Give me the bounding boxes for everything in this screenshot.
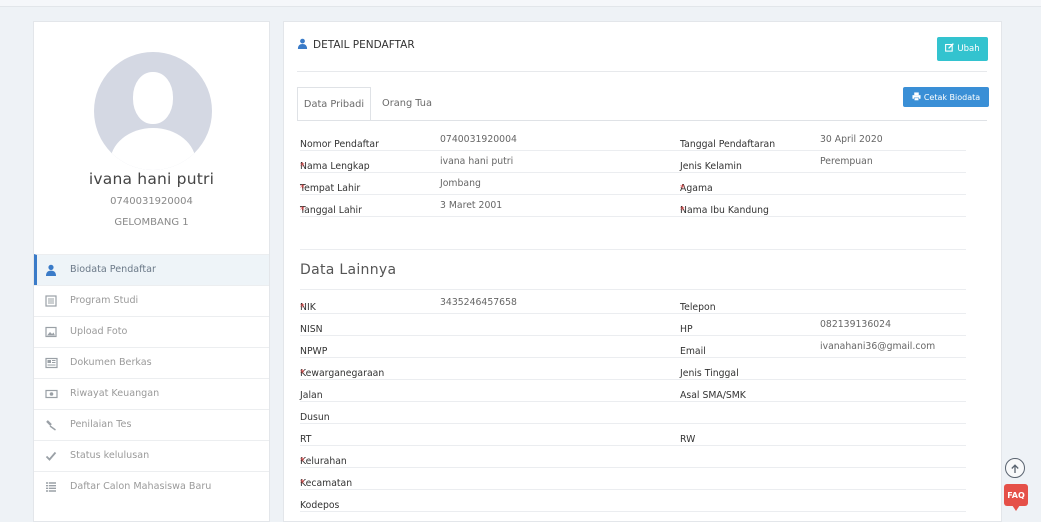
sidebar-item-label: Upload Foto (70, 326, 128, 337)
sidebar-item-label: Daftar Calon Mahasiswa Baru (70, 481, 212, 492)
sidebar-item-riwayat-keuangan[interactable]: Riwayat Keuangan (34, 378, 269, 409)
table-row: Kewarganegaraan * Jenis Tinggal (300, 358, 966, 380)
sidebar-item-label: Biodata Pendaftar (70, 264, 156, 275)
tab-data-pribadi[interactable]: Data Pribadi (297, 87, 371, 121)
edit-button-label: Ubah (957, 44, 980, 54)
user-icon (297, 38, 308, 52)
table-row: Kelurahan * (300, 446, 966, 468)
sidebar-item-biodata-pendaftar[interactable]: Biodata Pendaftar (34, 254, 269, 285)
table-row: RT RW (300, 424, 966, 446)
panel-title-text: DETAIL PENDAFTAR (313, 39, 415, 51)
profile-wave: GELOMBANG 1 (114, 217, 189, 228)
field-value: 30 April 2020 (820, 134, 883, 145)
sidebar-item-daftar-calon-mahasiswa-baru[interactable]: Daftar Calon Mahasiswa Baru (34, 471, 269, 502)
required-marker: * (300, 161, 305, 172)
detail-panel: DETAIL PENDAFTAR Ubah Data Pribadi Orang… (283, 21, 1002, 522)
personal-data-table: Nomor Pendaftar 0740031920004 Tanggal Pe… (300, 129, 966, 217)
field-value: ivanahani36@gmail.com (820, 341, 936, 352)
required-marker: * (300, 368, 305, 379)
section-title: Data Lainnya (300, 262, 397, 278)
field-value: Perempuan (820, 156, 873, 167)
avatar-body-shape (110, 128, 196, 170)
field-value: 0740031920004 (440, 134, 517, 145)
sidebar-item-label: Penilaian Tes (70, 419, 132, 430)
money-icon (44, 379, 58, 409)
edit-icon (945, 43, 955, 55)
image-icon (44, 317, 58, 347)
table-row: NPWP Email ivanahani36@gmail.com (300, 336, 966, 358)
table-row: NISN HP 082139136024 (300, 314, 966, 336)
panel-title: DETAIL PENDAFTAR (297, 38, 415, 52)
edit-button[interactable]: Ubah (937, 37, 988, 61)
sidebar-item-label: Status kelulusan (70, 450, 150, 461)
profile-sidebar: ivana hani putri 0740031920004 GELOMBANG… (33, 21, 270, 522)
sidebar-menu: Biodata Pendaftar Program Studi Upload F… (34, 254, 269, 502)
table-row: Nama Lengkap * ivana hani putri Jenis Ke… (300, 151, 966, 173)
sidebar-item-label: Dokumen Berkas (70, 357, 152, 368)
field-value: 3435246457658 (440, 297, 517, 308)
table-row: Tempat Lahir * Jombang Agama * (300, 173, 966, 195)
profile-number: 0740031920004 (110, 196, 193, 207)
required-marker: * (300, 456, 305, 467)
profile-name: ivana hani putri (88, 170, 215, 188)
required-marker: * (680, 183, 685, 194)
table-row: Nomor Pendaftar 0740031920004 Tanggal Pe… (300, 129, 966, 151)
other-data-table: NIK * 3435246457658 Telepon NISN HP 0821… (300, 292, 966, 512)
arrow-up-icon (1010, 459, 1020, 478)
print-button-label: Cetak Biodata (923, 92, 981, 102)
table-row: NIK * 3435246457658 Telepon (300, 292, 966, 314)
required-marker: * (300, 478, 305, 489)
faq-button[interactable]: FAQ (1004, 484, 1028, 511)
table-row: Tanggal Lahir * 3 Maret 2001 Nama Ibu Ka… (300, 195, 966, 217)
gavel-icon (44, 410, 58, 440)
list-icon (44, 472, 58, 502)
required-marker: * (680, 205, 685, 216)
field-value: Jombang (440, 178, 481, 189)
field-value: ivana hani putri (440, 156, 514, 167)
check-icon (44, 441, 58, 471)
avatar (94, 52, 212, 170)
avatar-head-shape (133, 72, 173, 124)
required-marker: * (300, 205, 305, 216)
table-row: Jalan Asal SMA/SMK (300, 380, 966, 402)
tab-underline (297, 120, 987, 121)
sidebar-item-penilaian-tes[interactable]: Penilaian Tes (34, 409, 269, 440)
divider (300, 249, 966, 250)
table-row: Dusun (300, 402, 966, 424)
sidebar-item-label: Program Studi (70, 295, 139, 306)
field-value: 3 Maret 2001 (440, 200, 503, 211)
divider (297, 71, 987, 72)
sidebar-item-status-kelulusan[interactable]: Status kelulusan (34, 440, 269, 471)
faq-label: FAQ (1007, 490, 1025, 500)
scroll-top-button[interactable] (1005, 458, 1025, 478)
field-value: 082139136024 (820, 319, 891, 330)
tab-bar: Data Pribadi Orang Tua (297, 87, 987, 121)
print-biodata-button[interactable]: Cetak Biodata (903, 87, 989, 107)
sidebar-item-program-studi[interactable]: Program Studi (34, 285, 269, 316)
table-row: Kecamatan * (300, 468, 966, 490)
sidebar-item-upload-foto[interactable]: Upload Foto (34, 316, 269, 347)
required-marker: * (300, 302, 305, 313)
divider (300, 289, 966, 290)
required-marker: * (300, 183, 305, 194)
table-row: Kodepos (300, 490, 966, 512)
newspaper-icon (44, 348, 58, 378)
sidebar-item-dokumen-berkas[interactable]: Dokumen Berkas (34, 347, 269, 378)
sidebar-item-label: Riwayat Keuangan (70, 388, 160, 399)
user-icon (44, 255, 58, 285)
list-box-icon (44, 286, 58, 316)
top-bar (0, 0, 1041, 7)
tab-orang-tua[interactable]: Orang Tua (377, 87, 437, 120)
print-icon (912, 91, 921, 103)
